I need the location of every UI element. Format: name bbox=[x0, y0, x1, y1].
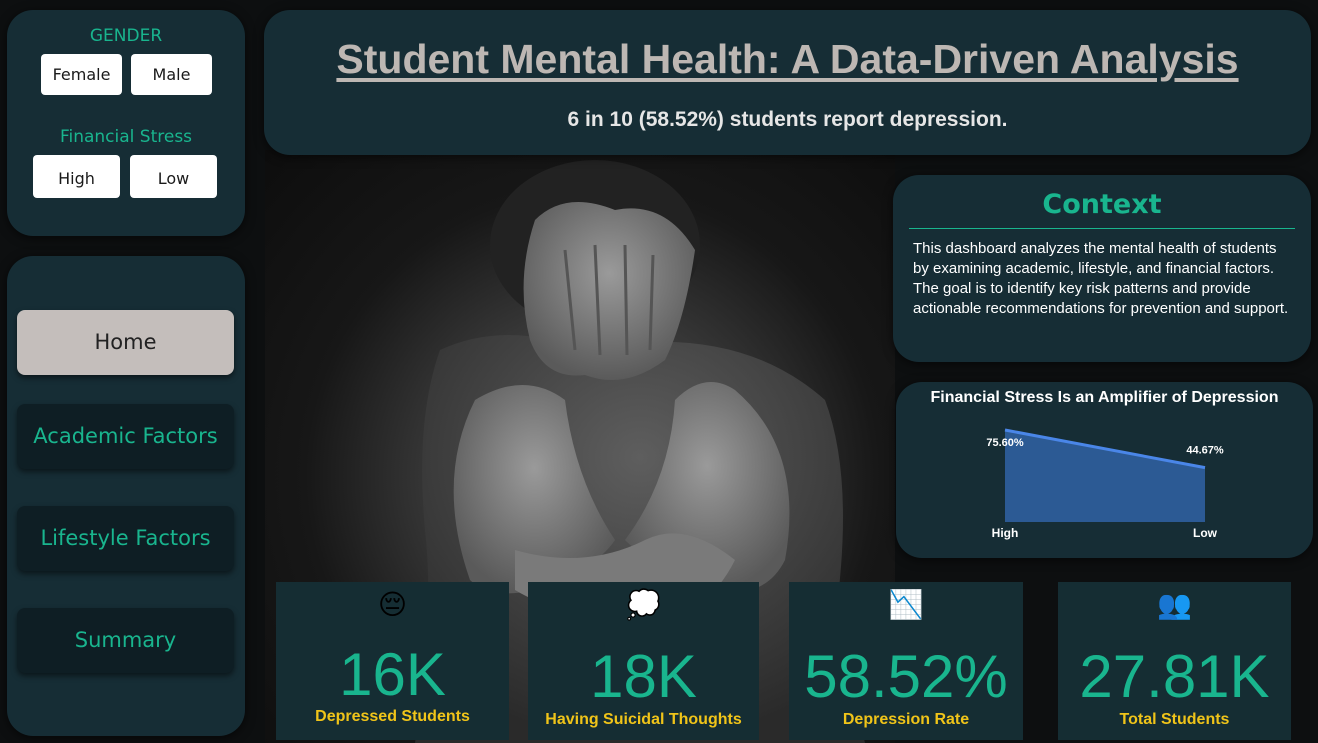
gender-filter-title: GENDER bbox=[89, 26, 163, 46]
page-title: Student Mental Health: A Data-Driven Ana… bbox=[336, 36, 1239, 82]
data-label: 44.67% bbox=[1186, 445, 1224, 457]
people-icon: 👥 bbox=[1157, 588, 1192, 621]
nav-home-button[interactable]: Home bbox=[17, 310, 234, 375]
context-divider bbox=[909, 228, 1295, 229]
financial-stress-high-button[interactable]: High bbox=[33, 155, 120, 198]
financial-stress-area-chart: High Low 75.60% 44.67% bbox=[986, 428, 1224, 540]
header-panel: Student Mental Health: A Data-Driven Ana… bbox=[264, 10, 1311, 155]
navigation-panel: Home Academic Factors Lifestyle Factors … bbox=[7, 256, 245, 736]
kpi-depression-rate: 📉 58.52% Depression Rate bbox=[789, 582, 1023, 740]
kpi-label: Depressed Students bbox=[315, 708, 470, 725]
chart-decreasing-icon: 📉 bbox=[888, 588, 924, 621]
kpi-label: Total Students bbox=[1119, 711, 1230, 728]
area-fill bbox=[1005, 430, 1205, 522]
kpi-label: Depression Rate bbox=[842, 711, 970, 728]
page-subtitle: 6 in 10 (58.52%) students report depress… bbox=[567, 108, 1008, 131]
kpi-value: 18K bbox=[590, 643, 697, 710]
context-body: This dashboard analyzes the mental healt… bbox=[913, 240, 1289, 317]
financial-stress-chart-card: High Low 75.60% 44.67% Financial Stress Is … bbox=[896, 382, 1313, 558]
chart-title: Financial Stress Is an Amplifier of Depr… bbox=[930, 389, 1279, 406]
kpi-value: 58.52% bbox=[804, 643, 1008, 710]
nav-academic-factors-button[interactable]: Academic Factors bbox=[17, 404, 234, 469]
gender-male-button[interactable]: Male bbox=[131, 54, 212, 95]
kpi-value: 16K bbox=[339, 641, 446, 708]
kpi-label: Having Suicidal Thoughts bbox=[545, 711, 742, 728]
nav-lifestyle-factors-button[interactable]: Lifestyle Factors bbox=[17, 506, 234, 571]
financial-stress-low-button[interactable]: Low bbox=[130, 155, 217, 198]
thought-balloon-icon: 💭 bbox=[626, 588, 661, 621]
kpi-value: 27.81K bbox=[1079, 643, 1270, 710]
x-tick-label: High bbox=[992, 526, 1019, 540]
gender-female-button[interactable]: Female bbox=[41, 54, 122, 95]
context-title: Context bbox=[1042, 189, 1162, 220]
data-label: 75.60% bbox=[986, 437, 1024, 449]
context-card: Context This dashboard analyzes the ment… bbox=[893, 175, 1311, 362]
kpi-suicidal-thoughts: 💭 18K Having Suicidal Thoughts bbox=[528, 582, 759, 740]
financial-stress-filter-title: Financial Stress bbox=[59, 127, 193, 147]
filter-panel: GENDER Female Male Financial Stress High… bbox=[7, 10, 245, 236]
pensive-face-icon: 😔 bbox=[377, 588, 408, 621]
x-tick-label: Low bbox=[1193, 526, 1218, 540]
kpi-total-students: 👥 27.81K Total Students bbox=[1058, 582, 1291, 740]
nav-summary-button[interactable]: Summary bbox=[17, 608, 234, 673]
kpi-depressed-students: 😔 16K Depressed Students bbox=[276, 582, 509, 740]
